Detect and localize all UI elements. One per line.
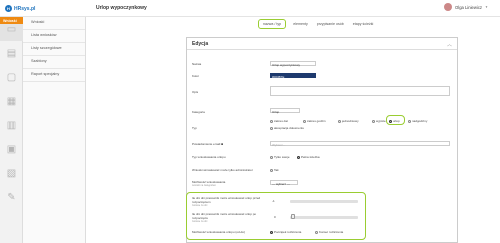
mozliwosc-select[interactable]: --- wybierz ---: [270, 180, 298, 186]
panel-title: Edycja: [187, 38, 457, 50]
radio-icon: [408, 119, 411, 123]
label-ile-dni-przed: Ile dni dni pracownik może wnioskować ur…: [192, 196, 261, 207]
chevron-down-icon: ▼: [485, 5, 488, 9]
sidebar-item-listy-szczegolowe[interactable]: Listy szczegółowe: [23, 43, 85, 56]
option-poczatek-rozliczenia[interactable]: Początek rozliczenia: [270, 230, 301, 234]
radio-icon: [270, 119, 273, 123]
typ-option-wyjscie[interactable]: wyjście: [372, 119, 386, 123]
value-ile-dni-przed: -1: [272, 199, 275, 203]
tab-elementy[interactable]: elementy: [291, 21, 310, 28]
settings-icon[interactable]: ✎: [0, 185, 23, 209]
logo-icon: H: [5, 5, 12, 12]
sidebar-item-szablony[interactable]: Szablony: [23, 56, 85, 69]
label-nazwa: Nazwa: [192, 62, 202, 66]
user-name: Olga Liniewicz: [455, 4, 483, 10]
opis-textarea[interactable]: [270, 86, 450, 96]
checkbox-icon: [270, 168, 273, 172]
sidebar-item-raport-specjalny[interactable]: Raport specjalny: [23, 69, 85, 82]
sidebar-menu: Wnioski Lista wniosków Listy szczegółowe…: [23, 17, 86, 243]
typ-option-zakres-dat[interactable]: zakres dat: [270, 119, 288, 123]
radio-icon: [270, 230, 273, 234]
sidebar-item-lista-wnioskow[interactable]: Lista wniosków: [23, 30, 85, 43]
option-pelna-sciezka[interactable]: Pełna ścieżka: [297, 155, 320, 159]
label-kolor: Kolor: [192, 74, 200, 78]
kategoria-input[interactable]: Urlop: [270, 108, 300, 114]
clipboard-icon[interactable]: ▧: [0, 161, 23, 185]
documents-icon[interactable]: ▤: [0, 41, 23, 65]
radio-icon: [297, 155, 300, 159]
user-menu[interactable]: Olga Liniewicz ▼: [444, 3, 488, 11]
label-kategoria: Kategoria: [192, 110, 205, 114]
label-mozliwosc: Możliwość wnioskowania wnioski na zastęps…: [192, 180, 226, 187]
page-title: Urlop wypoczynkowy: [96, 5, 147, 11]
top-bar: H HRsys.pl Urlop wypoczynkowy Olga Linie…: [0, 0, 500, 17]
radio-icon: [270, 126, 273, 130]
label-opis: Opis: [192, 90, 199, 94]
tab-etapy-sciezki[interactable]: etapy ścieżki: [351, 21, 376, 28]
monitor-icon[interactable]: ▢: [0, 65, 23, 89]
avatar: [444, 3, 453, 11]
label-mozliwosc-wn: Możliwość wnioskowania urlopu (od-do): [192, 230, 246, 234]
label-ile-dni-po: Ile dni dni pracownik może wnioskować ur…: [192, 212, 257, 223]
nazwa-input[interactable]: Urlop wypoczynkowy: [270, 61, 316, 67]
typ-option-jednodniowy[interactable]: jednodniowy: [338, 119, 359, 123]
sidebar-item-wnioski[interactable]: Wnioski: [23, 17, 85, 30]
print-icon[interactable]: ▥: [0, 113, 23, 137]
typ-option-akceptacja-dokumentu[interactable]: akceptacja dokumentu: [270, 126, 304, 130]
tab-nazwa-typ[interactable]: nazwa / typ: [258, 19, 287, 29]
tab-bar: nazwa / typ elementy przypisanie osób et…: [258, 19, 375, 29]
comment-icon: ■: [221, 142, 224, 146]
label-typ: Typ: [192, 126, 197, 130]
typ-option-urlop[interactable]: urlop: [389, 119, 400, 123]
radio-icon: [303, 119, 306, 123]
sidebar-section-label: Wnioski: [0, 17, 23, 24]
slider-po-track[interactable]: [290, 216, 358, 219]
radio-icon: [338, 119, 341, 123]
sidebar-icon-rail: ▭ ▤ ▢ ▦ ▥ ▣ ▧ ✎: [0, 17, 23, 243]
radio-icon: [389, 119, 392, 123]
typ-option-nadgodziny[interactable]: nadgodziny: [408, 119, 427, 123]
option-tylko-swoje[interactable]: Tylko swoje: [270, 155, 290, 159]
tab-przypisanie-osob[interactable]: przypisanie osób: [315, 21, 346, 28]
calculator-icon[interactable]: ▣: [0, 137, 23, 161]
powiadomienie-select[interactable]: Wybierz...: [270, 141, 450, 147]
slider-po-handle[interactable]: [291, 214, 296, 219]
app-logo[interactable]: H HRsys.pl: [5, 4, 45, 13]
option-tak[interactable]: Tak: [270, 168, 279, 172]
label-admin-only: Wnioski wnioskować może tylko administra…: [192, 168, 253, 172]
chart-icon[interactable]: ▦: [0, 89, 23, 113]
collapse-icon[interactable]: ︿: [447, 41, 452, 48]
label-typ-wnioskowania: Typ wnioskowania urlopu: [192, 155, 226, 159]
color-picker[interactable]: #003B7E: [270, 73, 316, 79]
radio-icon: [315, 230, 318, 234]
radio-icon: [372, 119, 375, 123]
label-powiadomienie: Powiadomienie email ■: [192, 142, 224, 146]
value-ile-dni-po: 0: [274, 215, 276, 219]
radio-icon: [270, 155, 273, 159]
typ-option-zakres-godzin[interactable]: zakres godzin: [303, 119, 326, 123]
logo-text: HRsys.pl: [14, 5, 36, 12]
slider-przed-track[interactable]: [290, 200, 358, 203]
option-koniec-rozliczenia[interactable]: Koniec rozliczenia: [315, 230, 343, 234]
